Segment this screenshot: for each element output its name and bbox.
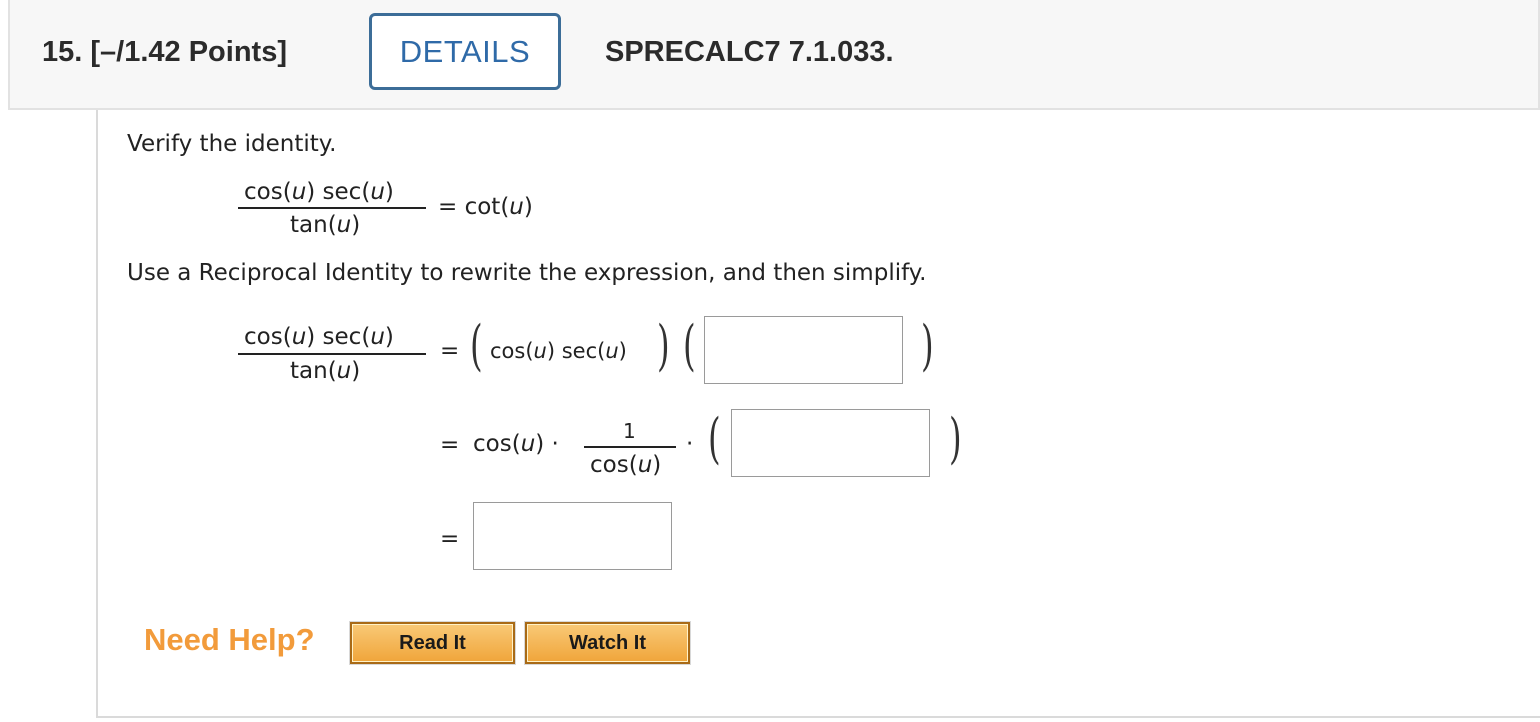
line2-frac-numerator: 1: [623, 419, 636, 443]
instruction-text: Verify the identity.: [127, 131, 337, 157]
step-instruction: Use a Reciprocal Identity to rewrite the…: [127, 260, 927, 286]
watch-it-button[interactable]: Watch It: [525, 622, 690, 664]
line2-dot: ·: [686, 431, 694, 457]
line1-close-paren-2: ): [921, 314, 934, 377]
question-points-label: 15. [–/1.42 Points]: [42, 36, 287, 68]
line2-cos: cos(u) ·: [473, 431, 559, 457]
details-button[interactable]: DETAILS: [369, 13, 561, 90]
line1-factor: cos(u) sec(u): [490, 339, 627, 363]
identity-numerator: cos(u) sec(u): [244, 179, 394, 205]
question-header: 15. [–/1.42 Points] DETAILS SPRECALC7 7.…: [8, 0, 1540, 110]
answer-box-1[interactable]: [704, 316, 903, 384]
identity-rhs: = cot(u): [438, 194, 533, 220]
line2-fraction-bar: [584, 446, 676, 448]
identity-fraction-bar: [238, 207, 426, 209]
line3-equals: =: [440, 526, 460, 552]
line1-numerator: cos(u) sec(u): [244, 324, 394, 350]
problem-code: SPRECALC7 7.1.033.: [605, 36, 894, 68]
line1-equals: =: [440, 338, 460, 364]
line1-open-paren: (: [470, 314, 483, 377]
read-it-button[interactable]: Read It: [350, 622, 515, 664]
line2-equals: =: [440, 432, 460, 458]
line2-frac-denominator: cos(u): [590, 452, 662, 478]
line1-denominator: tan(u): [290, 358, 361, 384]
line2-open-paren: (: [708, 407, 721, 470]
answer-box-2[interactable]: [731, 409, 930, 477]
identity-denominator: tan(u): [290, 212, 361, 238]
line1-open-paren-2: (: [683, 314, 696, 377]
line2-close-paren: ): [949, 407, 962, 470]
line1-close-paren: ): [657, 314, 670, 377]
need-help-label: Need Help?: [144, 622, 315, 657]
line1-fraction-bar: [238, 353, 426, 355]
answer-box-3[interactable]: [473, 502, 672, 570]
